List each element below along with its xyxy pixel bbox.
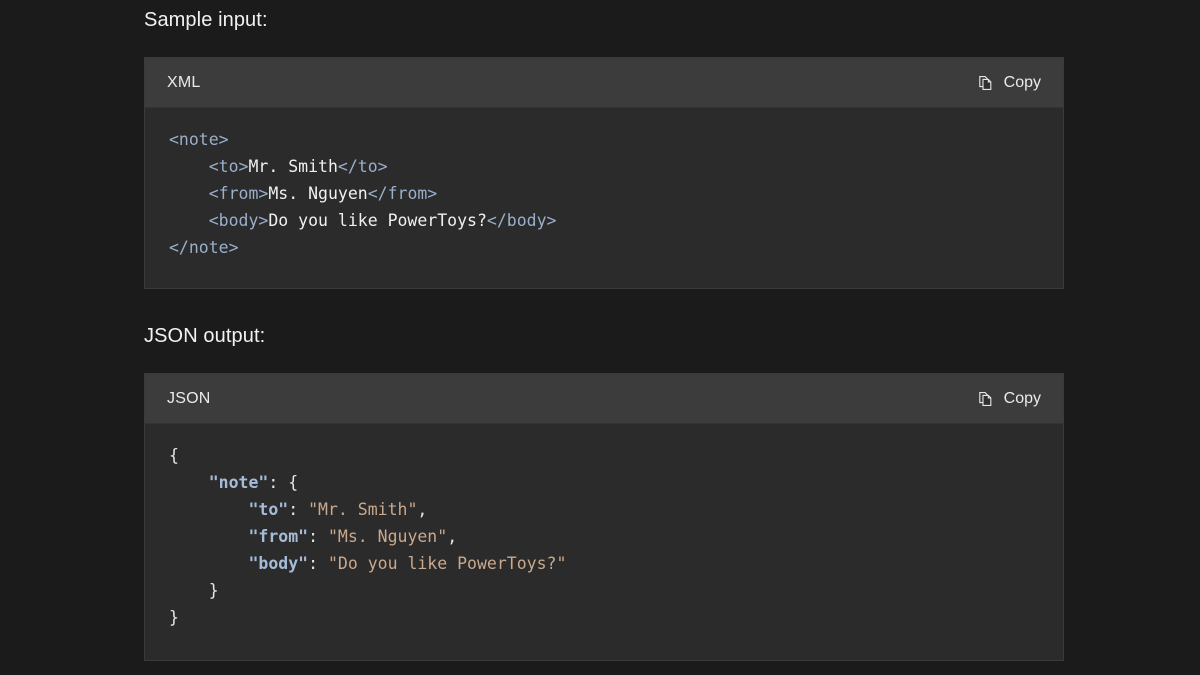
code-line: } (169, 604, 1041, 631)
json-output-heading: JSON output: (144, 325, 266, 347)
code-line: "note": { (169, 469, 1041, 496)
sample-input-heading: Sample input: (144, 9, 268, 31)
code-token: Do you like PowerToys? (268, 211, 487, 230)
code-token: <from> (208, 184, 269, 203)
code-line: "to": "Mr. Smith", (169, 496, 1041, 523)
code-token: : (308, 554, 328, 573)
code-token: "Ms. Nguyen" (327, 527, 448, 546)
code-token: "Mr. Smith" (308, 500, 418, 519)
xml-code-content: <note> <to>Mr. Smith</to> <from>Ms. Nguy… (145, 108, 1063, 279)
code-token: </body> (486, 211, 557, 230)
code-token: </from> (367, 184, 438, 203)
code-token: , (417, 500, 428, 519)
json-card-header: JSON Copy (145, 374, 1063, 424)
code-line: "body": "Do you like PowerToys?" (169, 550, 1041, 577)
code-token: Ms. Nguyen (268, 184, 368, 203)
copy-pages-icon (977, 74, 995, 92)
code-token: Mr. Smith (248, 157, 338, 176)
json-code-content: { "note": { "to": "Mr. Smith", "from": "… (145, 424, 1063, 649)
code-token: <body> (208, 211, 269, 230)
code-token: } (169, 581, 219, 600)
code-token: : (308, 527, 328, 546)
code-line: </note> (169, 234, 1041, 261)
code-line: <to>Mr. Smith</to> (169, 153, 1041, 180)
code-token: } (169, 608, 179, 627)
code-token: "note" (208, 473, 269, 492)
xml-language-label: XML (167, 73, 201, 91)
xml-copy-button[interactable]: Copy (975, 70, 1043, 96)
json-copy-label: Copy (1003, 389, 1041, 407)
xml-card-header: XML Copy (145, 58, 1063, 108)
json-code-card: JSON Copy { "note": { "to": "Mr. Smith",… (144, 373, 1064, 661)
code-token: </to> (337, 157, 388, 176)
code-token: <to> (208, 157, 249, 176)
xml-copy-label: Copy (1003, 73, 1041, 91)
code-token: : (288, 500, 309, 519)
code-token: { (169, 446, 179, 465)
code-line: <from>Ms. Nguyen</from> (169, 180, 1041, 207)
code-token: </note> (169, 238, 239, 257)
code-line: { (169, 442, 1041, 469)
xml-code-card: XML Copy <note> <to>Mr. Smith</to> <from… (144, 57, 1064, 289)
code-token: : { (268, 473, 299, 492)
json-language-label: JSON (167, 389, 211, 407)
code-line: } (169, 577, 1041, 604)
code-line: "from": "Ms. Nguyen", (169, 523, 1041, 550)
json-copy-button[interactable]: Copy (975, 386, 1043, 412)
copy-pages-icon (977, 390, 995, 408)
code-token: "body" (248, 554, 309, 573)
code-token: <note> (169, 130, 229, 149)
code-line: <note> (169, 126, 1041, 153)
code-token: "from" (248, 527, 309, 546)
code-token: "to" (248, 500, 289, 519)
code-token: "Do you like PowerToys?" (327, 554, 567, 573)
page-root: Sample input: XML Copy <note> <to>Mr. Sm… (0, 0, 1200, 675)
code-token: , (447, 527, 458, 546)
code-line: <body>Do you like PowerToys?</body> (169, 207, 1041, 234)
